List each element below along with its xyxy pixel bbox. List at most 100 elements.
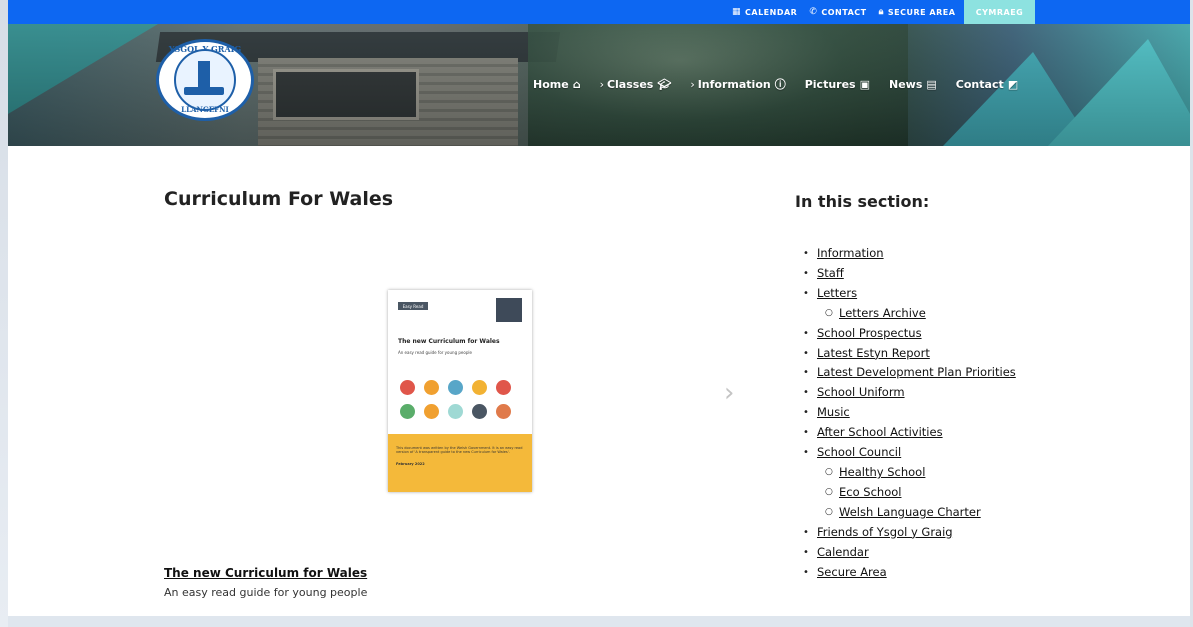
section-item-secure-area: • Secure Area	[803, 563, 1016, 583]
nav-item-label: News	[889, 77, 923, 91]
section-link[interactable]: School Council	[817, 443, 901, 463]
section-item-estyn-report: • Latest Estyn Report	[803, 344, 1016, 364]
logo-bottom-text: LLANGEFNI	[181, 105, 229, 114]
top-utility-bar: ▦ CALENDAR ✆ CONTACT 🔒︎ SECURE AREA CYMR…	[8, 0, 1190, 24]
section-link[interactable]: Healthy School	[839, 463, 925, 483]
section-link[interactable]: After School Activities	[817, 423, 943, 443]
newspaper-icon: ▤	[926, 77, 937, 91]
section-item-eco-school: ○ Eco School	[803, 483, 1016, 503]
books-icon	[472, 404, 487, 419]
circle-bullet-icon: ○	[825, 486, 833, 497]
circle-bullet-icon: ○	[825, 307, 833, 318]
nav-item-label: Classes	[606, 77, 654, 91]
main-navigation: Home ⌂ › Classes 🎓︎ › Information ⓘ Pict…	[533, 76, 1037, 92]
face-icon	[496, 404, 511, 419]
person-icon	[424, 380, 439, 395]
nav-item-information[interactable]: › Information ⓘ	[690, 76, 785, 92]
section-link[interactable]: Secure Area	[817, 563, 887, 583]
section-heading: In this section:	[795, 192, 930, 211]
school-logo[interactable]: YSGOL Y GRAIG LLANGEFNI	[156, 39, 254, 121]
section-link[interactable]: Latest Development Plan Priorities	[817, 363, 1016, 383]
bullet-icon: •	[803, 287, 809, 299]
bullet-icon: •	[803, 526, 809, 538]
section-item-friends: • Friends of Ysgol y Graig	[803, 523, 1016, 543]
bullet-icon: •	[803, 367, 809, 379]
document-icon-grid	[396, 376, 524, 424]
utility-link-calendar[interactable]: ▦ CALENDAR	[732, 7, 797, 17]
circle-bullet-icon: ○	[825, 506, 833, 517]
utility-link-label: CALENDAR	[745, 7, 798, 17]
page-background-left	[0, 0, 8, 627]
rock-icon	[184, 87, 224, 95]
section-link[interactable]: Letters Archive	[839, 304, 926, 324]
section-nav-list: • Information • Staff • Letters ○ Letters Ar…	[803, 244, 1016, 582]
nav-item-label: Home	[533, 77, 569, 91]
bullet-icon: •	[803, 248, 809, 259]
section-link[interactable]: Latest Estyn Report	[817, 344, 930, 364]
nav-item-pictures[interactable]: Pictures ▣	[805, 76, 870, 92]
section-item-calendar: • Calendar	[803, 543, 1016, 563]
language-toggle-button[interactable]: CYMRAEG	[964, 0, 1035, 24]
nav-item-news[interactable]: News ▤	[889, 76, 937, 92]
section-item-staff: • Staff	[803, 264, 1016, 284]
section-item-information: • Information	[803, 244, 1016, 264]
section-link[interactable]: School Uniform	[817, 383, 905, 403]
section-link[interactable]: Welsh Language Charter	[839, 503, 981, 523]
info-icon: ⓘ	[774, 78, 786, 91]
document-footer-text: This document was written by the Welsh G…	[396, 446, 523, 454]
document-subtitle: An easy read guide for young people	[398, 350, 472, 355]
book-icon	[448, 380, 463, 395]
chevron-right-icon: ›	[599, 77, 604, 91]
bullet-icon: •	[803, 447, 809, 459]
section-link[interactable]: Information	[817, 244, 884, 264]
bullet-icon: •	[803, 327, 809, 339]
phone-icon: ✆	[809, 7, 818, 17]
logo-emblem	[174, 49, 236, 111]
section-link[interactable]: School Prospectus	[817, 324, 922, 344]
document-badge: Easy Read	[398, 302, 428, 310]
section-link[interactable]: Calendar	[817, 543, 869, 563]
rainbow-icon	[472, 380, 487, 395]
globe-icon	[400, 404, 415, 419]
utility-link-secure-area[interactable]: 🔒︎ SECURE AREA	[879, 7, 956, 17]
utility-link-label: SECURE AREA	[887, 7, 956, 17]
calendar-icon: ▦	[732, 7, 742, 17]
bullet-icon: •	[803, 566, 809, 578]
document-title: The new Curriculum for Wales	[398, 338, 500, 345]
document-thumbnail[interactable]: Easy Read The new Curriculum for Wales A…	[388, 290, 532, 492]
graduation-cap-icon: 🎓︎	[657, 77, 672, 91]
tower-icon	[198, 61, 210, 89]
section-item-welsh-language-charter: ○ Welsh Language Charter	[803, 503, 1016, 523]
nav-item-home[interactable]: Home ⌂	[533, 76, 581, 92]
page-title: Curriculum For Wales	[164, 188, 394, 210]
document-footer-date: February 2022	[396, 462, 425, 466]
main-content: Curriculum For Wales Easy Read The new C…	[8, 146, 1190, 616]
section-link[interactable]: Friends of Ysgol y Graig	[817, 523, 953, 543]
section-link[interactable]: Eco School	[839, 483, 901, 503]
section-item-school-uniform: • School Uniform	[803, 383, 1016, 403]
speech-icon	[496, 380, 511, 395]
section-item-after-school: • After School Activities	[803, 423, 1016, 443]
section-item-letters: • Letters	[803, 284, 1016, 304]
nav-item-label: Information	[697, 77, 771, 91]
contact-icon: ◩	[1007, 77, 1019, 91]
document-footer: This document was written by the Welsh G…	[388, 434, 532, 492]
nav-item-classes[interactable]: › Classes 🎓︎	[600, 76, 672, 92]
image-icon: ▣	[859, 77, 870, 91]
bullet-icon: •	[803, 407, 809, 419]
circle-bullet-icon: ○	[825, 466, 833, 477]
nav-item-contact[interactable]: Contact ◩	[956, 76, 1018, 92]
utility-link-contact[interactable]: ✆ CONTACT	[809, 7, 866, 17]
section-item-letters-archive: ○ Letters Archive	[803, 304, 1016, 324]
chevron-right-icon[interactable]: ›	[724, 378, 734, 408]
nav-item-label: Pictures	[804, 77, 856, 91]
section-link[interactable]: Staff	[817, 264, 844, 284]
section-link[interactable]: Letters	[817, 284, 857, 304]
section-link[interactable]: Music	[817, 403, 850, 423]
nav-item-label: Contact	[955, 77, 1004, 91]
lock-icon: 🔒︎	[878, 7, 884, 17]
welsh-government-logo-icon	[496, 298, 522, 322]
bullet-icon: •	[803, 546, 809, 558]
section-item-music: • Music	[803, 403, 1016, 423]
document-link[interactable]: The new Curriculum for Wales	[164, 566, 367, 580]
